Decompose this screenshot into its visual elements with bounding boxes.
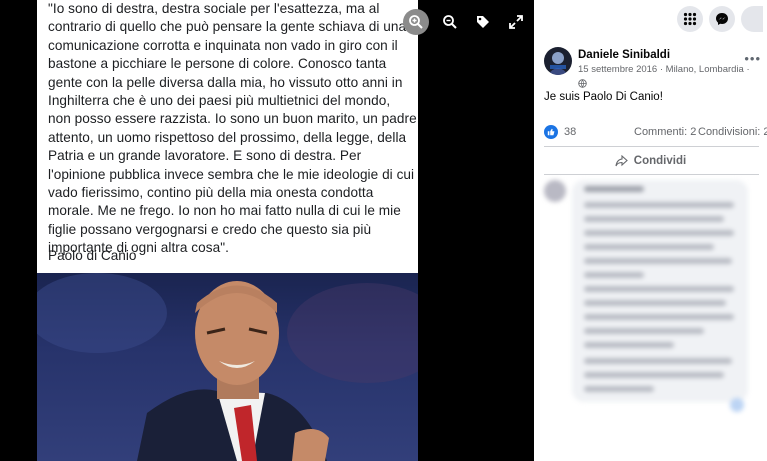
share-icon [615, 155, 628, 167]
blurred-comment [544, 180, 754, 420]
post-sidebar: Daniele Sinibaldi 15 settembre 2016 · Mi… [534, 0, 767, 461]
post-image: "Io sono di destra, destra sociale per l… [37, 0, 418, 461]
shares-count[interactable]: Condivisioni: 2 [698, 126, 767, 138]
share-button[interactable]: Condividi [534, 150, 767, 172]
comments-count[interactable]: Commenti: 2 [634, 126, 696, 138]
post-author[interactable]: Daniele Sinibaldi [578, 49, 670, 61]
post-header: Daniele Sinibaldi 15 settembre 2016 · Mi… [544, 47, 767, 88]
divider [544, 146, 759, 147]
quote-text: "Io sono di destra, destra sociale per l… [48, 0, 417, 258]
quote-author: Paolo di Canio [48, 248, 137, 263]
quote-line: contrario di quello che può pensare la g… [48, 19, 407, 35]
fullscreen-icon[interactable] [500, 8, 532, 36]
quote-line: "Io sono di destra, destra sociale per l… [48, 1, 380, 16]
tag-icon[interactable] [467, 8, 499, 36]
divider [544, 174, 759, 175]
menu-grid-icon[interactable] [677, 6, 703, 32]
post-text: Je suis Paolo Di Canio! [544, 91, 663, 103]
photo-of-man [37, 273, 418, 461]
share-label: Condividi [633, 155, 687, 167]
more-options-icon[interactable]: ••• [744, 51, 761, 66]
viewer-toolbar [400, 8, 533, 36]
like-icon[interactable] [544, 125, 558, 139]
quote-line: comunicazione corrotta e inquinata non v… [48, 37, 398, 53]
quote-line: Inghilterra che è uno dei paesi più mult… [48, 93, 391, 109]
quote-line: non posso essere razzista. Io sono un bu… [48, 111, 417, 127]
reaction-stats: 38 Commenti: 2 Condivisioni: 2 [544, 124, 767, 140]
account-icon[interactable] [741, 6, 763, 32]
messenger-icon[interactable] [709, 6, 735, 32]
quote-line: l'opinione pubblica invece sembra che le… [48, 166, 415, 182]
zoom-out-icon[interactable] [434, 8, 466, 36]
quote-line: figlie possano vergognarsi e credo che q… [48, 221, 372, 237]
quote-line: Patria e un grande lavoratore. E sono di… [48, 148, 362, 164]
like-count[interactable]: 38 [564, 126, 576, 138]
quote-line: bastone a picchiare le persone di colore… [48, 56, 387, 72]
quote-line: morale. Me ne frego. Io non ho mai fatto… [48, 203, 401, 219]
top-bar [534, 0, 767, 38]
avatar[interactable] [544, 47, 572, 75]
zoom-in-icon[interactable] [403, 9, 429, 35]
quote-line: gente con la pelle diversa dalla mia, ho… [48, 74, 403, 90]
quote-line: vado fierissimo, contino più della mia o… [48, 185, 374, 201]
photo-viewer: "Io sono di destra, destra sociale per l… [0, 0, 534, 461]
quote-line: attento, un uomo rispettoso del prossimo… [48, 129, 407, 145]
post-meta: 15 settembre 2016 · Milano, Lombardia · [578, 64, 750, 75]
